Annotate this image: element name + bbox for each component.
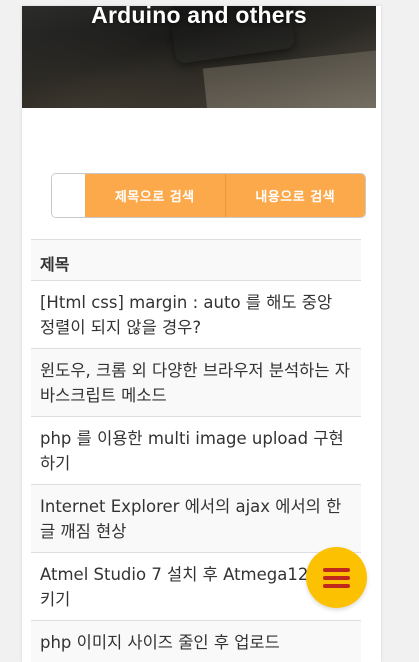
hamburger-menu-icon: [323, 567, 350, 572]
blog-title[interactable]: Arduino and others: [22, 6, 376, 29]
search-input[interactable]: [52, 174, 85, 217]
post-list-item[interactable]: [Html css] margin : auto 를 해도 중앙 정렬이 되지 …: [31, 281, 361, 349]
hamburger-menu-icon-bar: [323, 583, 350, 588]
post-list-item[interactable]: php 이미지 사이즈 줄인 후 업로드: [31, 621, 361, 662]
menu-fab-button[interactable]: [306, 547, 367, 608]
search-bar: 제목으로 검색 내용으로 검색: [51, 173, 366, 218]
post-list-item[interactable]: php 를 이용한 multi image upload 구현하기: [31, 417, 361, 485]
post-list-header: 제목: [31, 240, 361, 281]
search-by-title-button[interactable]: 제목으로 검색: [85, 174, 225, 217]
post-list-item[interactable]: Internet Explorer 에서의 ajax 에서의 한글 깨짐 현상: [31, 485, 361, 553]
hamburger-menu-icon-bar: [323, 575, 350, 580]
post-list-item[interactable]: 윈도우, 크롬 외 다양한 브라우저 분석하는 자바스크립트 메소드: [31, 349, 361, 417]
banner-image-desk: [202, 47, 376, 108]
header-banner: Arduino and others: [22, 6, 376, 108]
post-list: 제목 [Html css] margin : auto 를 해도 중앙 정렬이 …: [31, 239, 361, 662]
search-by-content-button[interactable]: 내용으로 검색: [224, 174, 365, 217]
